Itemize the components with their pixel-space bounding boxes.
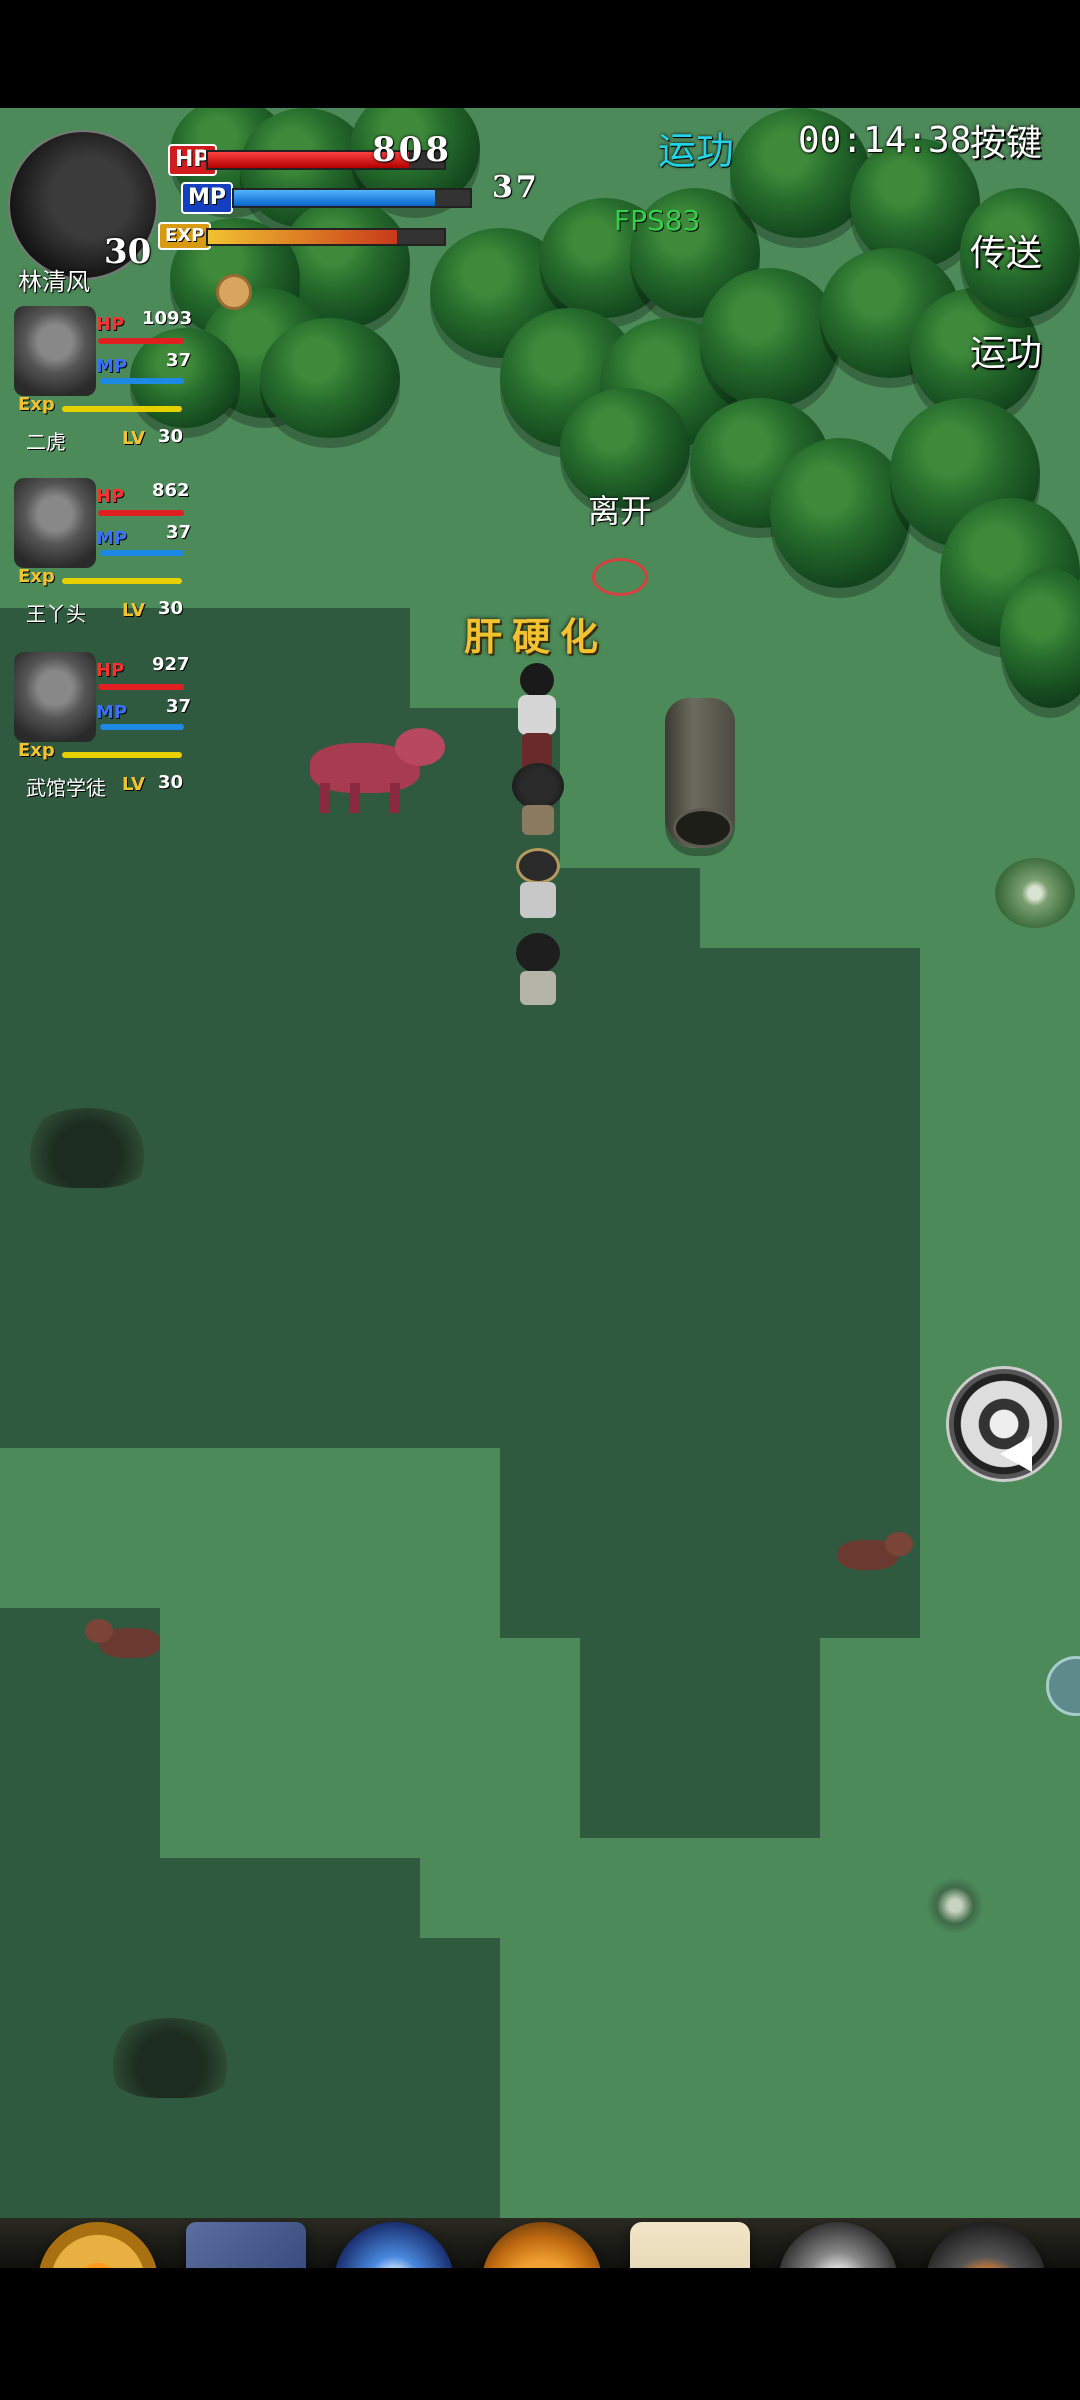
ally-sprite-wangyatou[interactable] [510, 848, 566, 928]
game-timer: 00:14:38 [798, 120, 972, 161]
achievement-medal-icon [38, 2222, 158, 2268]
red-wolf-enemy[interactable] [300, 723, 445, 818]
party-lv-value: 30 [158, 598, 184, 619]
party-hp-label: HP [96, 486, 125, 507]
player-exp-bar [206, 228, 446, 246]
coin-icon [216, 274, 252, 310]
party-mp-label: MP [96, 702, 128, 723]
party-hp-value: 862 [152, 480, 190, 501]
party-hp-label: HP [96, 660, 125, 681]
party-name: 二虎 [26, 430, 66, 454]
brown-wolf-enemy[interactable] [833, 1528, 913, 1583]
small-plant [925, 1878, 985, 1933]
dark-grass-patch [500, 1408, 920, 1638]
status-cultivating: 运功 [658, 129, 735, 173]
party-exp-bar [62, 752, 182, 758]
player-exp-label: EXP [158, 222, 212, 250]
log-opening [673, 808, 733, 848]
party-lv-label: LV [122, 428, 145, 449]
party-portrait [14, 652, 96, 742]
party-mp-value: 37 [166, 350, 192, 371]
party-lv-value: 30 [158, 426, 184, 447]
party-exp-label: Exp [18, 566, 55, 587]
exit-portal[interactable] [592, 558, 648, 596]
dark-grass-patch [0, 1938, 500, 2238]
party-hp-value: 1093 [142, 308, 193, 329]
menu-healing-button[interactable]: 治疗 [468, 2208, 616, 2268]
tree [770, 438, 910, 588]
dark-bush [22, 1108, 152, 1188]
menu-codex-button[interactable]: 图鉴 [172, 2208, 320, 2268]
flowering-bush [995, 858, 1075, 928]
quest-scroll-icon [630, 2222, 750, 2268]
party-exp-bar [62, 578, 182, 584]
floating-edge-button[interactable] [1046, 1656, 1080, 1716]
menu-battle-prep-button[interactable]: 备战 [320, 2208, 468, 2268]
party-mp-label: MP [96, 356, 128, 377]
player-level: 30 [104, 232, 152, 272]
keys-button[interactable]: 按键 [966, 124, 1046, 164]
party-mp-value: 37 [166, 522, 192, 543]
healing-gourd-icon [482, 2222, 602, 2268]
player-mp-value: 37 [492, 170, 540, 205]
player-mp-label: MP [181, 182, 234, 214]
party-portrait [14, 306, 96, 396]
party-mp-bar [100, 378, 184, 384]
player-mp-bar [232, 188, 472, 208]
party-mp-bar [100, 550, 184, 556]
teleport-button[interactable]: 传送 [966, 234, 1046, 274]
party-exp-label: Exp [18, 394, 55, 415]
party-mp-value: 37 [166, 696, 192, 717]
back-arrow-icon [1000, 1436, 1032, 1472]
party-lv-label: LV [122, 774, 145, 795]
dark-grass-patch [580, 1608, 820, 1838]
player-name: 林清风 [18, 268, 90, 296]
fps-counter: FPS83 [614, 204, 701, 237]
party-hp-value: 927 [152, 654, 190, 675]
brown-wolf-enemy[interactable] [85, 1613, 165, 1673]
crafting-anvil-icon [926, 2222, 1046, 2268]
party-hp-bar [98, 338, 184, 344]
party-exp-label: Exp [18, 740, 55, 761]
player-character[interactable] [512, 663, 562, 773]
party-hp-label: HP [96, 314, 125, 335]
dark-bush [105, 2018, 235, 2098]
party-name: 武馆学徒 [26, 776, 106, 800]
party-mp-bar [100, 724, 184, 730]
menu-achievement-button[interactable]: 成就 [24, 2208, 172, 2268]
auto-battle-swords-icon [778, 2222, 898, 2268]
exit-label: 离开 [588, 492, 653, 530]
tree [260, 318, 400, 438]
skill-popup-text: 肝硬化 [464, 615, 609, 659]
dark-grass-patch [0, 948, 920, 1448]
party-mp-label: MP [96, 528, 128, 549]
battle-prep-swirl-icon [334, 2222, 454, 2268]
codex-book-icon [186, 2222, 306, 2268]
party-hp-bar [98, 510, 184, 516]
cultivate-button[interactable]: 运功 [966, 334, 1046, 374]
party-exp-bar [62, 406, 182, 412]
party-name: 王丫头 [26, 602, 86, 626]
party-lv-value: 30 [158, 772, 184, 793]
tree [700, 268, 840, 408]
game-viewport[interactable]: 离开 肝硬化 30 林清风 HP 808 MP 37 EXP 运功 00:14:… [0, 108, 1080, 2268]
menu-auto-battle-button[interactable]: 挂机 [764, 2208, 912, 2268]
ally-sprite-apprentice[interactable] [510, 933, 566, 1013]
party-hp-bar [98, 684, 184, 690]
party-portrait [14, 478, 96, 568]
party-lv-label: LV [122, 600, 145, 621]
ally-sprite-erhu[interactable] [508, 763, 568, 843]
menu-quest-button[interactable]: 任务 [616, 2208, 764, 2268]
menu-crafting-button[interactable]: 制作 [912, 2208, 1060, 2268]
player-hp-value: 808 [372, 130, 452, 170]
